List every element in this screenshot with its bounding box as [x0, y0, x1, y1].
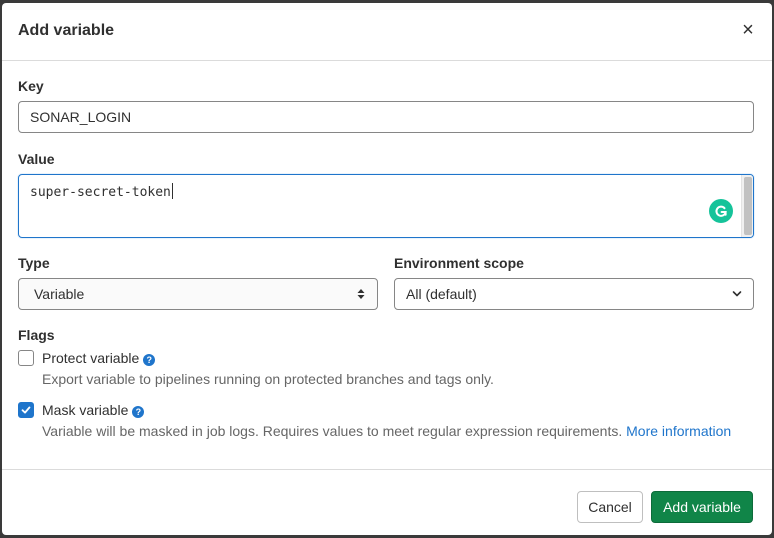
protect-variable-help: Export variable to pipelines running on … — [42, 371, 494, 387]
environment-scope-dropdown[interactable]: All (default) — [394, 278, 754, 310]
type-select[interactable]: Variable — [18, 278, 378, 310]
grammarly-icon[interactable] — [709, 199, 733, 223]
value-textarea-text: super-secret-token — [30, 183, 173, 200]
flags-label: Flags — [18, 327, 55, 343]
mask-variable-label[interactable]: Mask variable? — [42, 402, 145, 418]
close-icon[interactable]: × — [738, 20, 758, 40]
question-icon[interactable]: ? — [143, 354, 156, 366]
modal-footer: Cancel Add variable — [2, 469, 772, 535]
question-icon[interactable]: ? — [132, 406, 145, 418]
modal-header: Add variable × — [2, 3, 772, 61]
add-variable-button[interactable]: Add variable — [651, 491, 753, 523]
mask-variable-checkbox[interactable] — [18, 402, 34, 418]
sort-arrows-icon — [357, 289, 365, 299]
value-textarea[interactable]: super-secret-token — [18, 174, 754, 238]
protect-variable-checkbox[interactable] — [18, 350, 34, 366]
key-label: Key — [18, 78, 44, 94]
checkmark-icon — [21, 406, 31, 414]
mask-variable-help: Variable will be masked in job logs. Req… — [42, 423, 732, 439]
value-scrollbar[interactable] — [741, 175, 753, 237]
more-information-link[interactable]: More information — [626, 423, 731, 439]
cancel-button[interactable]: Cancel — [577, 491, 643, 523]
key-input-value: SONAR_LOGIN — [30, 109, 132, 125]
key-input[interactable]: SONAR_LOGIN — [18, 101, 754, 133]
value-label: Value — [18, 151, 55, 167]
modal-title: Add variable — [18, 22, 115, 39]
add-variable-modal: Add variable × Key SONAR_LOGIN Value sup… — [2, 3, 772, 535]
scrollbar-thumb[interactable] — [744, 177, 752, 235]
chevron-down-icon — [732, 291, 742, 297]
type-label: Type — [18, 255, 50, 271]
type-select-value: Variable — [34, 286, 85, 302]
protect-variable-label[interactable]: Protect variable? — [42, 350, 156, 366]
environment-scope-value: All (default) — [406, 286, 477, 302]
environment-scope-label: Environment scope — [394, 255, 524, 271]
